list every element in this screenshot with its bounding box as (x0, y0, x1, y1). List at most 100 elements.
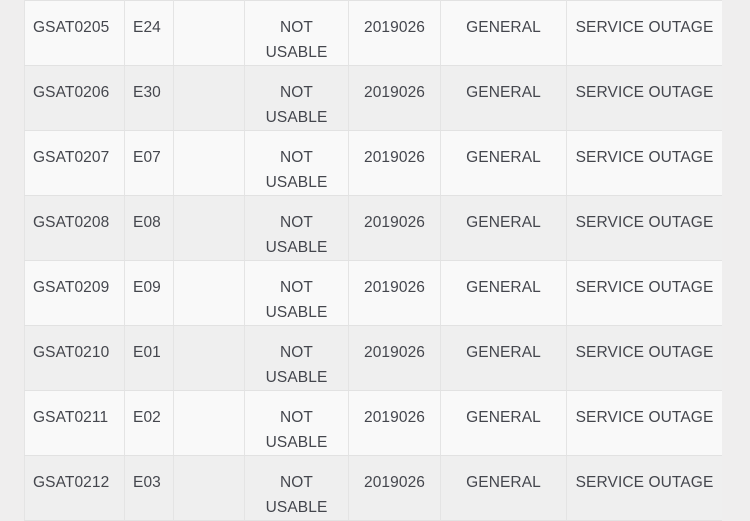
galileo-satellite-outage-table: GSAT0205E24NOT USABLE2019026GENERALSERVI… (24, 0, 722, 521)
cell-event-description-text: SERVICE OUTAGE (575, 145, 714, 170)
cell-svid-text: E30 (133, 80, 165, 105)
cell-empty (174, 326, 245, 391)
cell-empty (174, 1, 245, 66)
cell-reference-number-text: 2019026 (357, 470, 432, 495)
table-row[interactable]: GSAT0209 E09 NOT USABLE 2019026 GENERAL SERVI… (25, 261, 723, 326)
table-row[interactable]: GSAT0205 E24 NOT USABLE2019026 GENERAL SERVI… (25, 1, 723, 66)
cell-event-description: SERVICE OUTAGE (567, 326, 723, 391)
cell-event-description-text: SERVICE OUTAGE (575, 210, 714, 235)
cell-status-text: NOT USABLE (253, 145, 340, 195)
cell-satellite-id: GSAT0208 (25, 196, 125, 261)
table-row[interactable]: GSAT0208 E08 NOT USABLE 2019026 GENERAL SERVI… (25, 196, 723, 261)
table-scroll-region[interactable]: GSAT0205E24NOT USABLE2019026GENERALSERVI… (24, 0, 722, 521)
cell-reference-number: 2019026 (349, 391, 441, 456)
table-body: GSAT0205E24NOT USABLE2019026GENERALSERVI… (25, 1, 723, 521)
cell-event-description-text: SERVICE OUTAGE (575, 15, 714, 40)
cell-satellite-id: GSAT0209 (25, 261, 125, 326)
page-root: GSAT0205E24NOT USABLE2019026GENERALSERVI… (0, 0, 750, 511)
cell-satellite-id: GSAT0207 (25, 131, 125, 196)
cell-reference-number: 2019026 (349, 261, 441, 326)
cell-outage-type-text: GENERAL (449, 80, 558, 105)
cell-satellite-id: GSAT0205 (25, 1, 125, 66)
cell-satellite-id-text: GSAT0210 (33, 340, 116, 365)
table-row[interactable]: GSAT0206 E30 NOT USABLE 2019026 GENERAL SERVI… (25, 66, 723, 131)
cell-svid-text: E24 (133, 15, 165, 40)
cell-status-text: NOT USABLE (253, 80, 340, 130)
cell-satellite-id-text: GSAT0206 (33, 80, 116, 105)
cell-svid: E30 (125, 66, 174, 131)
cell-empty (174, 131, 245, 196)
cell-event-description-text: SERVICE OUTAGE (575, 470, 714, 495)
cell-reference-number: 2019026 (349, 1, 441, 66)
cell-svid: E24 (125, 1, 174, 66)
cell-status-text: NOT USABLE (253, 275, 340, 325)
cell-status: NOT USABLE (245, 66, 349, 131)
cell-reference-number-text: 2019026 (357, 80, 432, 105)
cell-event-description-text: SERVICE OUTAGE (575, 405, 714, 430)
cell-reference-number-text: 2019026 (357, 145, 432, 170)
cell-satellite-id-text: GSAT0208 (33, 210, 116, 235)
cell-empty (174, 196, 245, 261)
cell-event-description: SERVICE OUTAGE (567, 131, 723, 196)
cell-satellite-id-text: GSAT0211 (33, 405, 116, 430)
cell-empty (174, 391, 245, 456)
cell-event-description: SERVICE OUTAGE (567, 1, 723, 66)
cell-status: NOT USABLE (245, 261, 349, 326)
cell-outage-type: GENERAL (441, 261, 567, 326)
cell-svid: E09 (125, 261, 174, 326)
cell-empty (174, 66, 245, 131)
cell-status: NOT USABLE (245, 131, 349, 196)
cell-satellite-id-text: GSAT0209 (33, 275, 116, 300)
cell-outage-type: GENERAL (441, 391, 567, 456)
cell-event-description: SERVICE OUTAGE (567, 391, 723, 456)
cell-status-text: NOT USABLE (253, 405, 340, 455)
cell-outage-type-text: GENERAL (449, 405, 558, 430)
cell-outage-type-text: GENERAL (449, 275, 558, 300)
cell-status-text: NOT USABLE (253, 15, 340, 65)
cell-event-description: SERVICE OUTAGE (567, 261, 723, 326)
cell-status: NOT USABLE (245, 326, 349, 391)
cell-svid: E01 (125, 326, 174, 391)
cell-reference-number: 2019026 (349, 66, 441, 131)
cell-event-description-text: SERVICE OUTAGE (575, 80, 714, 105)
cell-svid-text: E08 (133, 210, 165, 235)
cell-svid-text: E09 (133, 275, 165, 300)
cell-outage-type-text: GENERAL (449, 15, 558, 40)
cell-reference-number-text: 2019026 (357, 340, 432, 365)
cell-status-text: NOT USABLE (253, 210, 340, 260)
cell-svid-text: E01 (133, 340, 165, 365)
cell-satellite-id: GSAT0210 (25, 326, 125, 391)
cell-reference-number: 2019026 (349, 196, 441, 261)
cell-svid: E08 (125, 196, 174, 261)
table-row[interactable]: GSAT0211 E02 NOT USABLE2019026 GENERAL SERVI… (25, 391, 723, 456)
cell-reference-number: 2019026 (349, 326, 441, 391)
cell-event-description-text: SERVICE OUTAGE (575, 275, 714, 300)
table-row[interactable]: GSAT0210 E01 NOT USABLE 2019026 GENERAL SERVI… (25, 326, 723, 391)
cell-reference-number: 2019026 (349, 131, 441, 196)
cell-outage-type: GENERAL (441, 131, 567, 196)
cell-svid-text: E02 (133, 405, 165, 430)
table-row[interactable]: GSAT0207 E07 NOT USABLE 2019026 GENERAL SERVI… (25, 131, 723, 196)
cell-svid: E02 (125, 391, 174, 456)
cell-status-text: NOT USABLE (253, 470, 340, 520)
cell-outage-type-text: GENERAL (449, 210, 558, 235)
cell-svid-text: E03 (133, 470, 165, 495)
cell-svid: E07 (125, 131, 174, 196)
cell-outage-type: GENERAL (441, 66, 567, 131)
cell-status-text: NOT USABLE (253, 340, 340, 390)
cell-satellite-id-text: GSAT0205 (33, 15, 116, 40)
cell-satellite-id: GSAT0206 (25, 66, 125, 131)
cell-event-description-text: SERVICE OUTAGE (575, 340, 714, 365)
cell-status: NOT USABLE (245, 391, 349, 456)
cell-outage-type-text: GENERAL (449, 145, 558, 170)
cell-status: NOT USABLE (245, 196, 349, 261)
cell-reference-number-text: 2019026 (357, 275, 432, 300)
cell-satellite-id: GSAT0211 (25, 391, 125, 456)
cell-reference-number-text: 2019026 (357, 210, 432, 235)
cell-svid-text: E07 (133, 145, 165, 170)
cell-status: NOT USABLE (245, 1, 349, 66)
cell-outage-type: GENERAL (441, 1, 567, 66)
cell-outage-type-text: GENERAL (449, 470, 558, 495)
cell-outage-type-text: GENERAL (449, 340, 558, 365)
cell-outage-type: GENERAL (441, 196, 567, 261)
